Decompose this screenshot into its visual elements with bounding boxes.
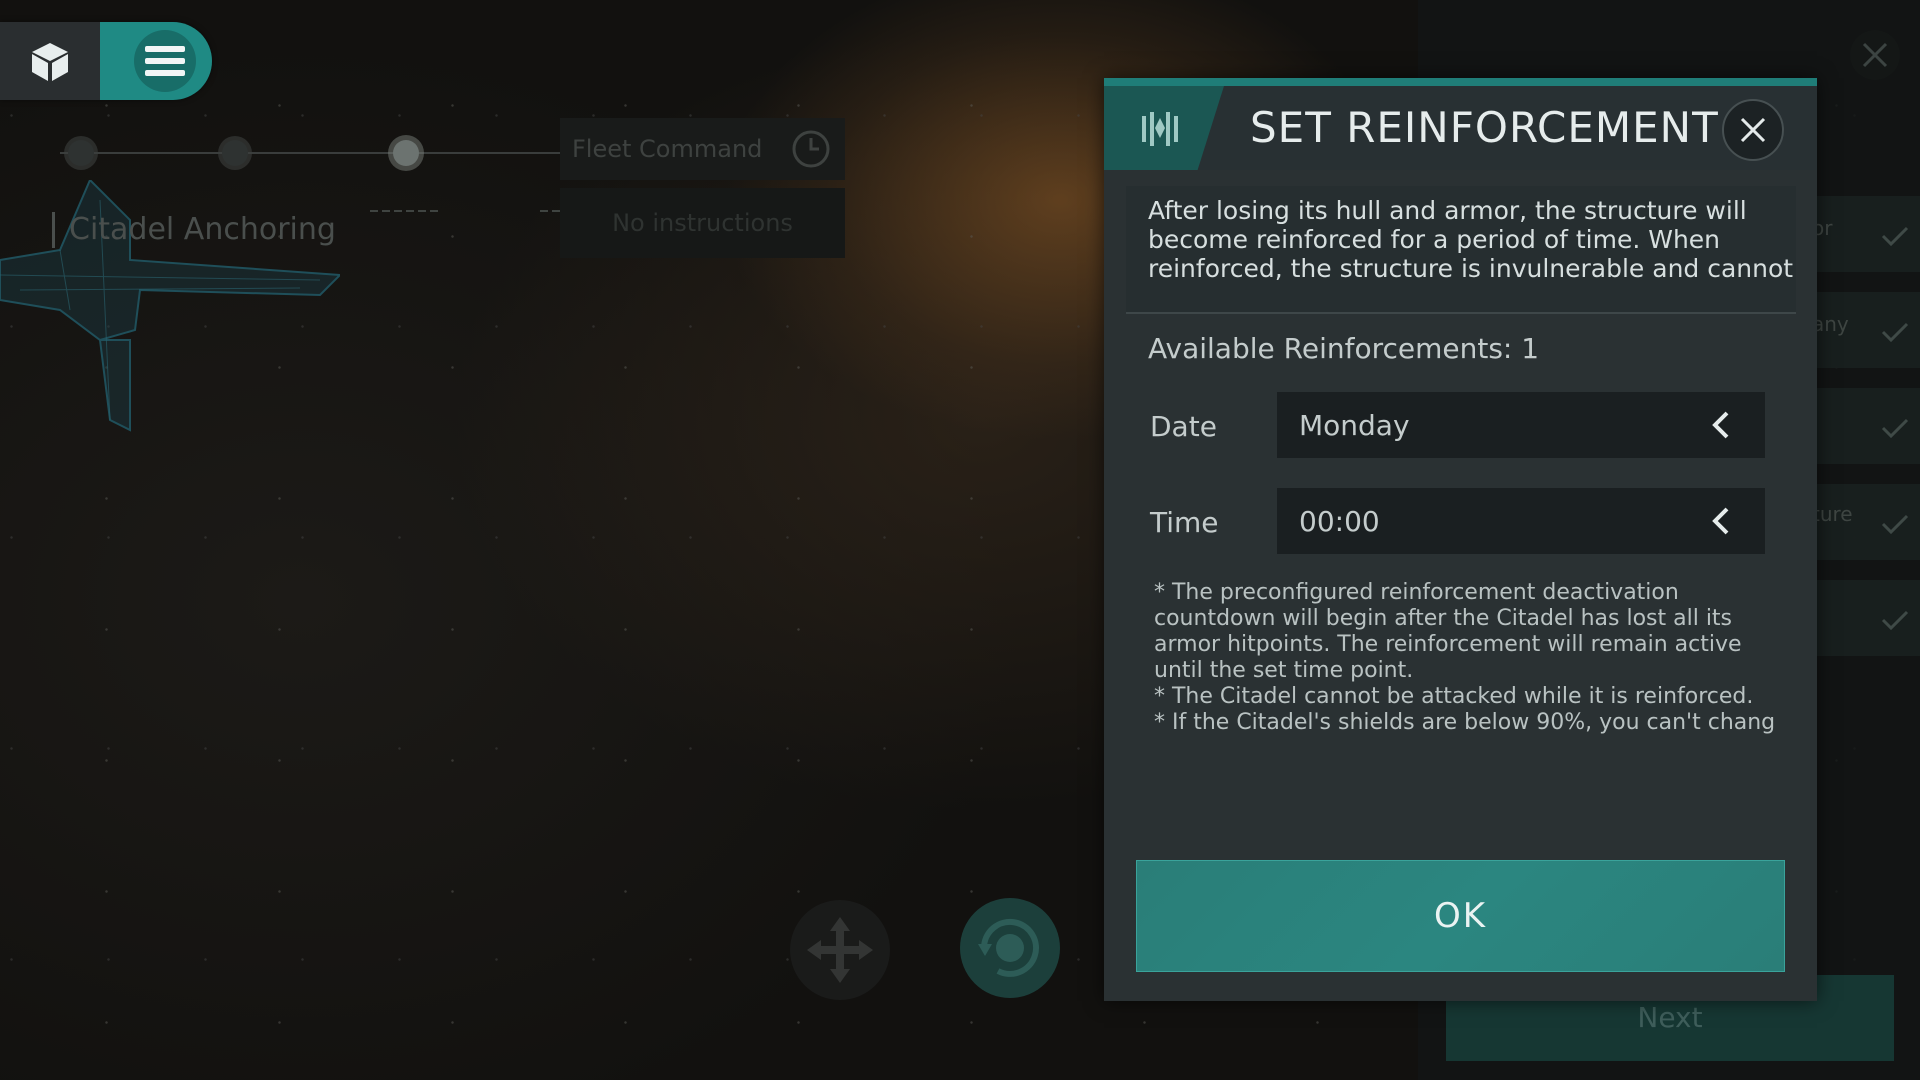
description-line: reinforced, the structure is invulnerabl… <box>1148 254 1794 283</box>
time-label: Time <box>1150 506 1219 539</box>
rotate-control[interactable] <box>960 898 1060 998</box>
date-select[interactable]: Monday <box>1277 392 1765 458</box>
fleet-command-box: Fleet Command <box>560 118 845 180</box>
inventory-button[interactable] <box>0 22 100 100</box>
progress-step-3 <box>393 140 419 166</box>
reinforcement-icon <box>1142 112 1178 146</box>
citadel-anchoring-label: Citadel Anchoring <box>52 212 336 248</box>
chevron-left-icon <box>1712 507 1729 535</box>
description-line: After losing its hull and armor, the str… <box>1148 196 1747 225</box>
dialog-title: SET REINFORCEMENT <box>1250 103 1719 152</box>
available-reinforcements: Available Reinforcements: 1 <box>1148 332 1540 365</box>
dialog-close-button[interactable] <box>1722 99 1784 161</box>
close-icon <box>1740 117 1766 143</box>
note-line: countdown will begin after the Citadel h… <box>1154 606 1733 631</box>
progress-track <box>60 152 580 154</box>
close-icon <box>1862 42 1888 68</box>
note-line: * If the Citadel's shields are below 90%… <box>1154 710 1774 735</box>
note-line: armor hitpoints. The reinforcement will … <box>1154 632 1742 657</box>
description-line: become reinforced for a period of time. … <box>1148 225 1721 254</box>
background-close-button[interactable] <box>1850 30 1900 80</box>
note-line: until the set time point. <box>1154 658 1414 683</box>
hamburger-menu-icon <box>145 46 185 76</box>
no-instructions-text: No instructions <box>560 188 845 258</box>
progress-step-2 <box>222 140 248 166</box>
date-label: Date <box>1150 410 1217 443</box>
time-select[interactable]: 00:00 <box>1277 488 1765 554</box>
main-menu-button[interactable] <box>134 30 196 92</box>
checkmark-icon <box>1881 322 1909 343</box>
fleet-command-label: Fleet Command <box>572 135 763 163</box>
clock-icon <box>792 130 830 168</box>
time-value: 00:00 <box>1299 504 1380 538</box>
description-box[interactable]: After losing its hull and armor, the str… <box>1126 186 1796 314</box>
progress-step-1 <box>68 140 94 166</box>
rotate-icon <box>978 918 1039 977</box>
cube-icon <box>32 43 68 81</box>
note-line: * The preconfigured reinforcement deacti… <box>1154 580 1679 605</box>
move-control[interactable] <box>790 900 890 1000</box>
move-arrows-icon <box>807 917 873 983</box>
checkmark-icon <box>1881 226 1909 247</box>
list-item-label: any <box>1812 312 1849 336</box>
step-underline <box>370 210 442 212</box>
date-value: Monday <box>1299 408 1410 442</box>
dialog-accent-bar <box>1104 78 1817 86</box>
checkmark-icon <box>1881 514 1909 535</box>
checkmark-icon <box>1881 610 1909 631</box>
chevron-left-icon <box>1712 411 1729 439</box>
note-line: * The Citadel cannot be attacked while i… <box>1154 684 1754 709</box>
description-text: After losing its hull and armor, the str… <box>1148 196 1794 283</box>
ok-button[interactable]: OK <box>1136 860 1785 972</box>
checkmark-icon <box>1881 418 1909 439</box>
reinforcement-notes: * The preconfigured reinforcement deacti… <box>1154 580 1774 736</box>
list-item-label: ture <box>1812 502 1853 526</box>
